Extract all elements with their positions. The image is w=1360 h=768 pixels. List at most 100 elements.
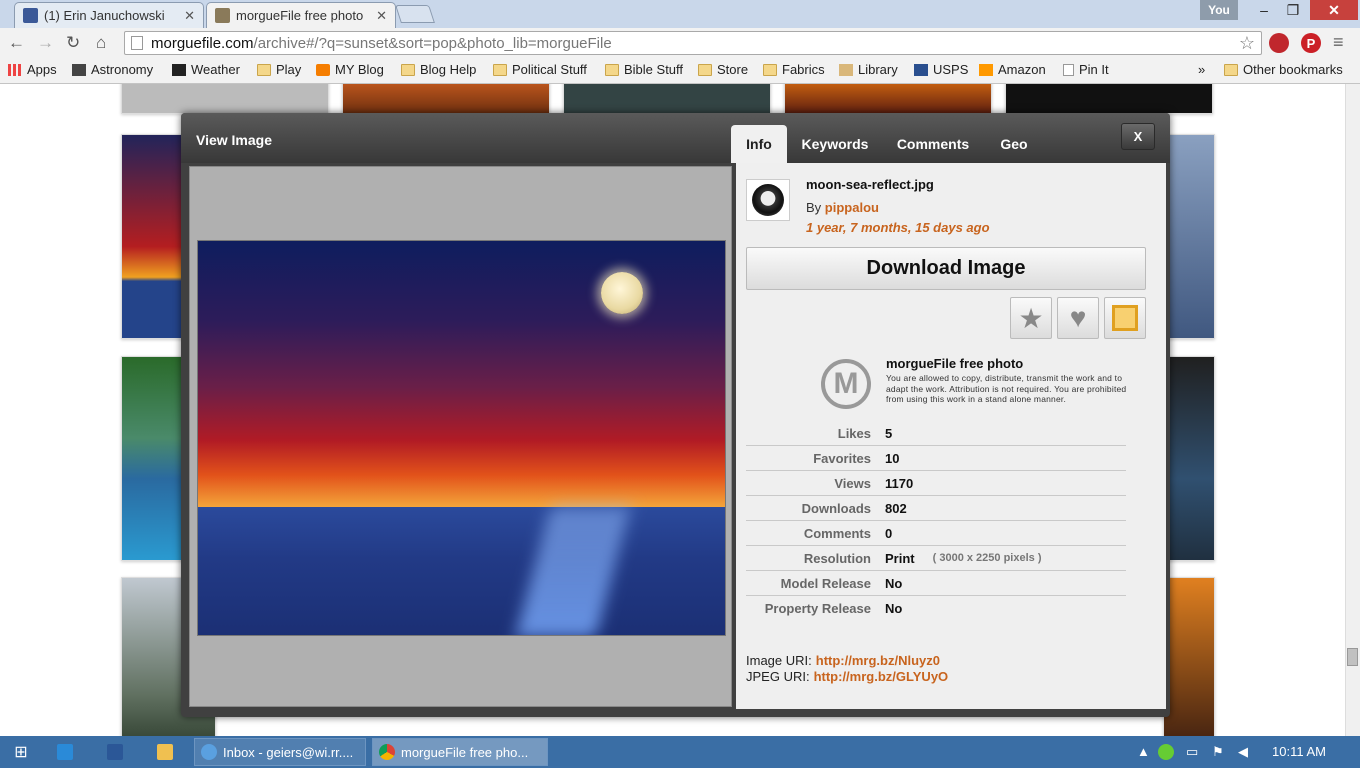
folder-icon (763, 63, 777, 76)
like-button[interactable]: ♥ (1057, 297, 1099, 339)
bookmark-store[interactable]: Store (698, 62, 748, 77)
gallery-thumb[interactable] (121, 84, 329, 114)
file-name: moon-sea-reflect.jpg (806, 177, 934, 192)
tab-info[interactable]: Info (731, 125, 787, 163)
tab-close-icon[interactable]: ✕ (376, 8, 387, 24)
jpeg-uri-link[interactable]: http://mrg.bz/GLYUyO (814, 669, 949, 684)
bookmarks-overflow-button[interactable]: » (1198, 62, 1205, 77)
folder-icon (1224, 63, 1238, 76)
bookmark-weather[interactable]: Weather (172, 62, 240, 77)
bookmark-fabrics[interactable]: Fabrics (763, 62, 825, 77)
folder-icon (493, 63, 507, 76)
network-icon[interactable]: ▭ (1186, 744, 1198, 760)
tab-title: (1) Erin Januchowski (44, 8, 165, 23)
lightbox-button[interactable] (1104, 297, 1146, 339)
other-bookmarks[interactable]: Other bookmarks (1224, 62, 1343, 77)
avatar-image (752, 184, 784, 216)
photoshop-elements-icon (57, 744, 73, 760)
author-link[interactable]: pippalou (825, 200, 879, 215)
blogger-icon (316, 63, 330, 76)
taskbar-word[interactable] (98, 738, 132, 766)
info-panel: moon-sea-reflect.jpg By pippalou 1 year,… (736, 163, 1166, 709)
lightbox-icon (1112, 305, 1138, 331)
bookmark-my-blog[interactable]: MY Blog (316, 62, 384, 77)
gallery-thumb[interactable] (342, 84, 550, 114)
tray-app-icon[interactable] (1158, 744, 1174, 760)
preview-image[interactable] (197, 240, 726, 636)
tab-morguefile[interactable]: morgueFile free photo ✕ (206, 2, 396, 28)
gallery-thumb[interactable] (563, 84, 771, 114)
tab-close-icon[interactable]: ✕ (184, 8, 195, 24)
start-windows-icon[interactable]: ⊞ (6, 738, 36, 766)
adblock-icon[interactable] (1269, 33, 1289, 53)
page-icon (131, 36, 143, 50)
modal-close-button[interactable]: X (1121, 123, 1155, 150)
minimize-button[interactable]: – (1248, 0, 1280, 20)
avatar[interactable] (746, 179, 790, 221)
profile-button[interactable]: You (1200, 0, 1238, 20)
download-image-button[interactable]: Download Image (746, 247, 1146, 290)
morguefile-icon (215, 8, 230, 23)
folder-icon (157, 744, 173, 760)
page-scrollbar[interactable] (1345, 84, 1360, 736)
mail-icon (201, 744, 217, 760)
bookmark-library[interactable]: Library (839, 62, 898, 77)
menu-icon[interactable]: ≡ (1333, 32, 1344, 53)
license-title: morgueFile free photo (886, 356, 1024, 371)
stat-row-property-release: Property Release No (764, 601, 903, 616)
stat-row-comments: Comments 0 (746, 521, 1126, 546)
taskbar-chrome[interactable]: morgueFile free pho... (372, 738, 548, 766)
forward-arrow-icon[interactable]: → (37, 33, 54, 53)
volume-icon[interactable]: ◀ (1238, 744, 1248, 760)
taskbar-inbox[interactable]: Inbox - geiers@wi.rr.... (194, 738, 366, 766)
gallery-thumb[interactable] (1163, 356, 1215, 561)
back-arrow-icon[interactable]: ← (8, 33, 25, 53)
image-uri-link[interactable]: http://mrg.bz/Nluyz0 (816, 653, 940, 668)
tab-geo[interactable]: Geo (989, 125, 1039, 163)
tray-expand-icon[interactable]: ▲ (1137, 744, 1150, 759)
chrome-icon (379, 744, 395, 760)
bookmark-apps[interactable]: Apps (8, 62, 57, 77)
bookmark-usps[interactable]: USPS (914, 62, 968, 77)
bookmark-play[interactable]: Play (257, 62, 301, 77)
window-close-button[interactable]: ✕ (1310, 0, 1358, 20)
bookmark-pin-it[interactable]: Pin It (1063, 62, 1109, 77)
gallery-thumb[interactable] (1163, 134, 1215, 339)
tab-title: morgueFile free photo (236, 8, 364, 23)
pinterest-icon[interactable]: P (1301, 33, 1321, 53)
maximize-button[interactable]: ❐ (1280, 0, 1306, 20)
taskbar-pse[interactable] (48, 738, 82, 766)
bookmark-star-icon[interactable]: ☆ (1239, 33, 1255, 54)
reload-icon[interactable]: ↻ (66, 33, 80, 53)
jpeg-uri: JPEG URI: http://mrg.bz/GLYUyO (746, 669, 949, 684)
taskbar-clock[interactable]: 10:11 AM (1272, 744, 1326, 759)
image-sea (198, 507, 725, 635)
flag-icon[interactable]: ⚑ (1212, 744, 1224, 760)
weather-icon (172, 63, 186, 76)
license-text: You are allowed to copy, distribute, tra… (886, 373, 1127, 404)
heart-icon: ♥ (1069, 302, 1087, 333)
home-icon[interactable]: ⌂ (96, 33, 106, 53)
tab-keywords[interactable]: Keywords (793, 125, 877, 163)
star-button[interactable]: ★ (1010, 297, 1052, 339)
gallery-thumb[interactable] (1163, 577, 1215, 736)
bookmark-amazon[interactable]: Amazon (979, 62, 1046, 77)
address-bar[interactable]: morguefile.com/archive#/?q=sunset&sort=p… (124, 31, 1262, 55)
bookmark-bible-stuff[interactable]: Bible Stuff (605, 62, 683, 77)
stat-row-downloads: Downloads 802 (746, 496, 1126, 521)
bookmark-blog-help[interactable]: Blog Help (401, 62, 476, 77)
gallery-thumb[interactable] (1005, 84, 1213, 114)
new-tab-button[interactable] (395, 5, 435, 23)
taskbar-explorer[interactable] (148, 738, 182, 766)
scrollbar-thumb[interactable] (1347, 648, 1358, 666)
byline: By pippalou (806, 200, 879, 215)
gallery-thumb[interactable] (784, 84, 992, 114)
word-icon (107, 744, 123, 760)
tab-comments[interactable]: Comments (887, 125, 979, 163)
bookmark-political-stuff[interactable]: Political Stuff (493, 62, 587, 77)
tab-facebook[interactable]: (1) Erin Januchowski ✕ (14, 2, 204, 28)
folder-icon (257, 63, 271, 76)
bookmark-astronomy[interactable]: Astronomy (72, 62, 153, 77)
amazon-icon (979, 63, 993, 76)
page-icon (1063, 63, 1074, 76)
